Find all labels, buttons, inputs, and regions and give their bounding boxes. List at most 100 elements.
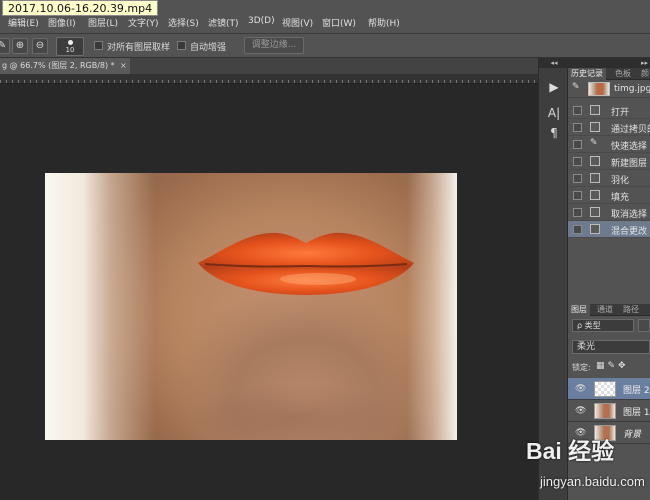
history-checkbox[interactable] [573,174,582,183]
layer-thumbnail [594,381,616,397]
options-bar: ✎ ⊕ ⊖ 10 对所有图层取样 自动增强 调整边缘... [0,34,650,58]
document-icon [590,105,600,115]
history-checkbox[interactable] [573,106,582,115]
lips-shape [198,232,414,295]
history-item[interactable]: ✎ 快速选择 [568,136,650,153]
visibility-eye-icon[interactable]: 👁 [575,406,586,416]
menu-window[interactable]: 窗口(W) [322,16,356,29]
history-item[interactable]: 取消选择 [568,204,650,221]
document-icon [590,156,600,166]
history-checkbox[interactable] [573,157,582,166]
lock-options-icon[interactable]: ▦✎✥ [596,361,629,371]
watermark-brand: Bai 经验 [526,438,615,464]
history-item-label: 填充 [611,193,630,203]
collapse-strip-icon[interactable]: ◂◂ [539,58,569,68]
document-icon [590,224,600,234]
document-icon [590,207,600,217]
baidu-jingyan-watermark: Bai 经验 jingyan.baidu.com [526,424,650,500]
history-checkbox[interactable] [573,208,582,217]
layer-name: 图层 1 [623,408,650,418]
tab-channels[interactable]: 通道 [594,304,616,316]
history-item-label: 通过拷贝的 [611,125,650,135]
collapse-dock-icon[interactable]: ▸▸ [568,58,650,68]
layer-filter-row: ρ 类型 [568,316,650,334]
menu-type[interactable]: 文字(Y) [128,16,159,29]
tab-swatches[interactable]: 色板 [612,68,634,80]
history-snapshot[interactable]: ✎ timg.jpg [568,80,650,98]
history-checkbox[interactable] [573,123,582,132]
auto-enhance-label: 自动增强 [190,43,227,53]
menu-layer[interactable]: 图层(L) [88,16,118,29]
lock-row: 锁定: ▦✎✥ [568,358,650,374]
quick-selection-icon: ✎ [590,138,598,148]
menu-help[interactable]: 帮助(H) [368,16,400,29]
quick-selection-add-icon[interactable]: ⊕ [12,38,28,54]
snapshot-label: timg.jpg [614,84,650,94]
brush-size-value: 10 [65,46,75,54]
horizontal-ruler [0,74,538,84]
tab-layers[interactable]: 图层 [568,304,590,316]
layer-name: 图层 2 [623,386,650,396]
close-icon[interactable]: × [120,58,127,74]
history-checkbox[interactable] [573,225,582,234]
history-item-label: 混合更改 [611,227,648,237]
history-checkbox[interactable] [573,191,582,200]
layers-panel-tabs: 图层 通道 路径 [568,304,650,316]
refine-edge-button[interactable]: 调整边缘... [244,37,304,54]
history-item-label: 新建图层 [611,159,648,169]
character-panel-icon[interactable]: A| [544,104,564,122]
document-icon [590,173,600,183]
tab-paths[interactable]: 路径 [620,304,642,316]
menu-bar: 2017.10.06-16.20.39.mp4 编辑(E) 图像(I) 图层(L… [0,0,650,34]
history-item[interactable]: 打开 [568,102,650,119]
watermark-url: jingyan.baidu.com [540,474,645,489]
brush-icon[interactable]: ✎ [0,38,10,54]
document-icon [590,190,600,200]
menu-image[interactable]: 图像(I) [48,16,76,29]
document-tab[interactable]: g @ 66.7% (图层 2, RGB/8) * × [0,58,130,74]
menu-select[interactable]: 选择(S) [168,16,199,29]
canvas-image[interactable] [45,173,457,440]
auto-enhance-checkbox[interactable] [177,41,186,50]
history-item[interactable]: 新建图层 [568,153,650,170]
brush-size-picker[interactable]: 10 [56,37,84,56]
document-tab-bar: g @ 66.7% (图层 2, RGB/8) * × [0,58,538,74]
history-item[interactable]: 通过拷贝的 [568,119,650,136]
tab-color[interactable]: 颜 [638,68,650,80]
history-item-label: 取消选择 [611,210,648,220]
history-item-label: 羽化 [611,176,630,186]
sample-all-layers-checkbox[interactable] [94,41,103,50]
play-actions-icon[interactable]: ▶ [544,78,564,96]
history-brush-icon: ✎ [572,82,580,92]
history-item[interactable]: 羽化 [568,170,650,187]
history-item-label: 快速选择 [611,142,648,152]
layer-row[interactable]: 👁 图层 1 [568,400,650,422]
brush-tip-icon [68,40,73,45]
snapshot-thumbnail [588,82,610,96]
sample-all-layers-label: 对所有图层取样 [107,43,171,53]
image-filter-icon[interactable] [638,319,650,332]
menu-3d[interactable]: 3D(D) [248,16,275,26]
menu-filter[interactable]: 滤镜(T) [208,16,239,29]
menu-view[interactable]: 视图(V) [282,16,313,29]
document-icon [590,122,600,132]
tab-history[interactable]: 历史记录 [568,68,606,80]
menu-edit[interactable]: 编辑(E) [8,16,39,29]
history-panel-tabs: 历史记录 色板 颜 [568,68,650,80]
layer-row[interactable]: 👁 图层 2 [568,378,650,400]
layer-filter-select[interactable]: ρ 类型 [572,319,634,332]
history-checkbox[interactable] [573,140,582,149]
blend-mode-select[interactable]: 柔光 [572,340,650,354]
history-item-label: 打开 [611,108,630,118]
paragraph-panel-icon[interactable]: ¶ [544,124,564,142]
neck-shading [145,363,445,440]
image-background-highlight [45,173,155,440]
quick-selection-subtract-icon[interactable]: ⊖ [32,38,48,54]
visibility-eye-icon[interactable]: 👁 [575,384,586,394]
history-item[interactable]: 填充 [568,187,650,204]
document-tab-title: g @ 66.7% (图层 2, RGB/8) * [2,61,115,70]
history-item-selected[interactable]: 混合更改 [568,221,650,238]
lock-label: 锁定: [572,363,591,372]
video-filename-label: 2017.10.06-16.20.39.mp4 [2,0,159,16]
layer-thumbnail [594,403,616,419]
